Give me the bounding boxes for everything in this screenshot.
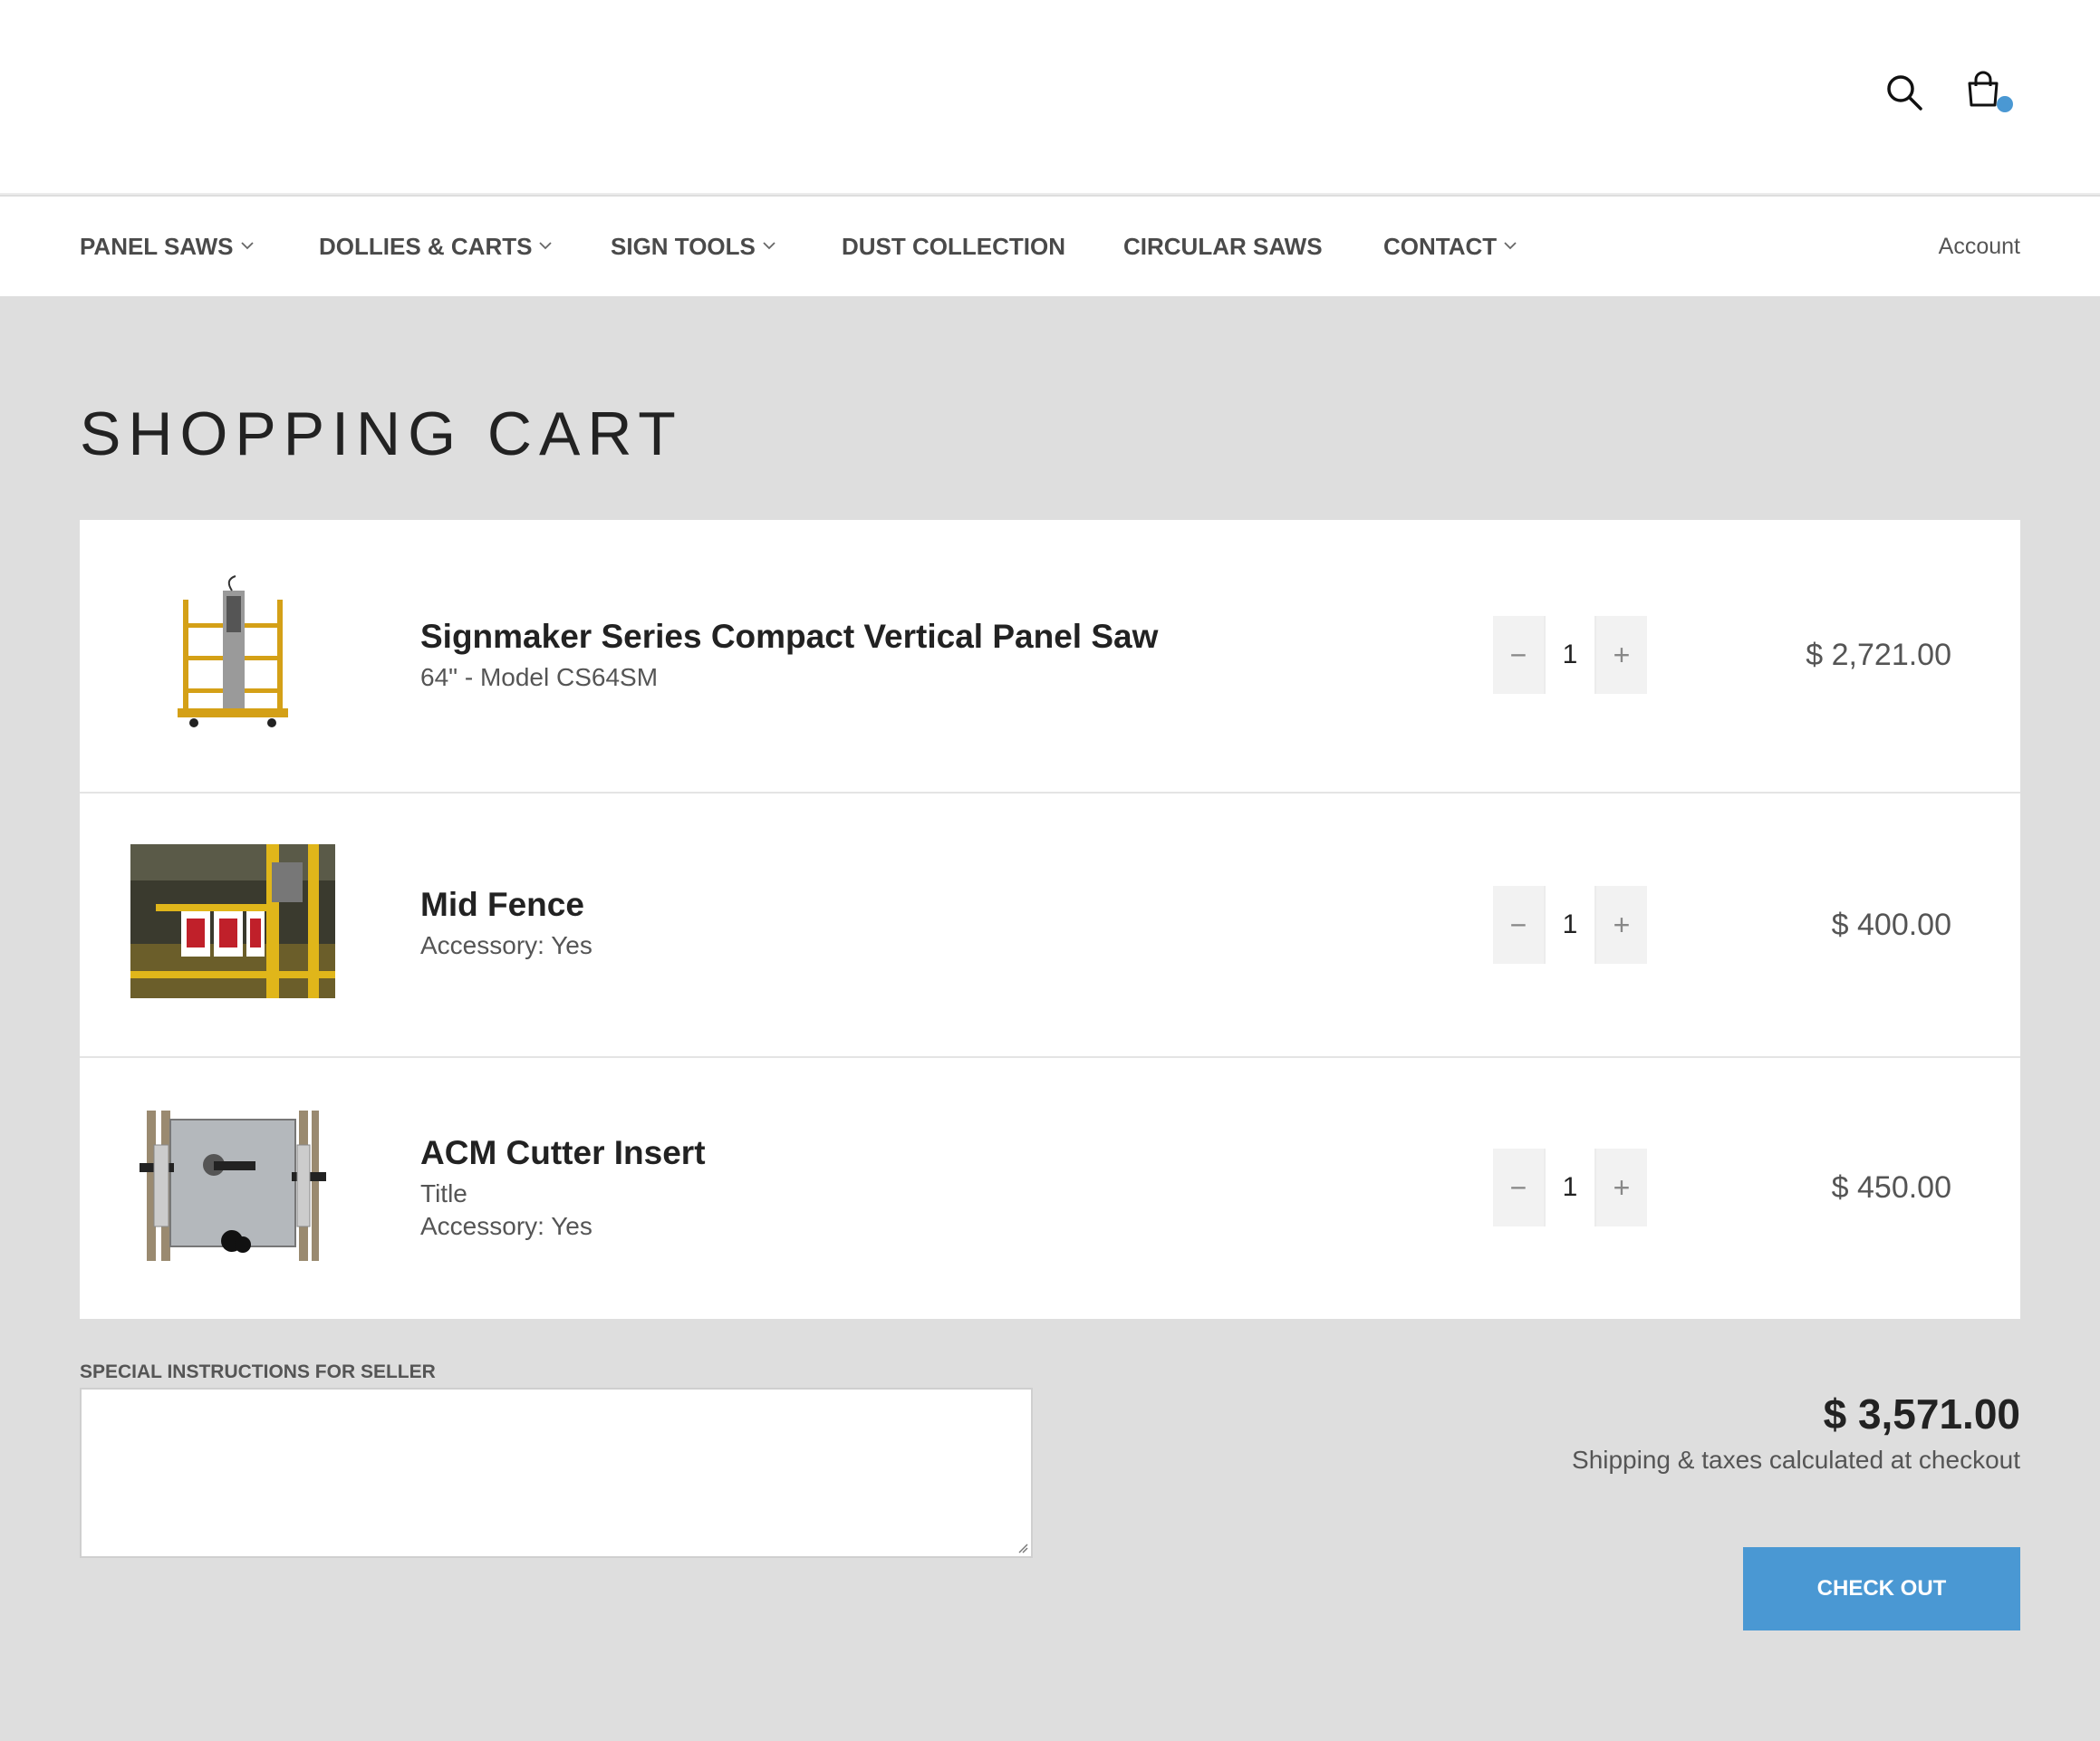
cart-item-title[interactable]: ACM Cutter Insert xyxy=(420,1134,706,1172)
cart-item-details: Signmaker Series Compact Vertical Panel … xyxy=(420,618,1158,692)
resize-handle-icon[interactable] xyxy=(1017,1543,1028,1553)
nav-item-sign-tools[interactable]: SIGN TOOLS xyxy=(611,197,775,296)
quantity-stepper: − 1 + xyxy=(1493,1149,1647,1226)
cart-items-list: Signmaker Series Compact Vertical Panel … xyxy=(80,520,2020,1319)
account-link[interactable]: Account xyxy=(1939,197,2020,296)
checkout-button[interactable]: CHECK OUT xyxy=(1743,1547,2020,1630)
chevron-down-icon xyxy=(539,242,553,250)
chevron-down-icon xyxy=(763,242,775,250)
quantity-decrease-button[interactable]: − xyxy=(1493,1149,1544,1226)
shipping-note: Shipping & taxes calculated at checkout xyxy=(1572,1446,2020,1474)
quantity-increase-button[interactable]: + xyxy=(1596,886,1647,964)
quantity-input[interactable]: 1 xyxy=(1544,886,1596,964)
cart-item-variant: Title xyxy=(420,1179,467,1207)
cart-item-row: ACM Cutter Insert Title Accessory: Yes −… xyxy=(80,1058,2020,1319)
nav-item-dollies-carts[interactable]: DOLLIES & CARTS xyxy=(319,197,553,296)
nav-item-label: DOLLIES & CARTS xyxy=(319,233,533,260)
cart-item-title[interactable]: Signmaker Series Compact Vertical Panel … xyxy=(420,618,1158,656)
quantity-stepper: − 1 + xyxy=(1493,886,1647,964)
cart-item-variant: 64" - Model CS64SM xyxy=(420,663,659,691)
cart-count-badge xyxy=(1997,96,2013,112)
nav-item-label: CONTACT xyxy=(1383,233,1498,260)
instructions-label: SPECIAL INSTRUCTIONS FOR SELLER xyxy=(80,1361,436,1382)
nav-item-contact[interactable]: CONTACT xyxy=(1383,197,1517,296)
quantity-increase-button[interactable]: + xyxy=(1596,1149,1647,1226)
cart-item-option: Accessory: Yes xyxy=(420,1212,592,1240)
nav-item-circular-saws[interactable]: CIRCULAR SAWS xyxy=(1123,197,1323,296)
cart-button[interactable] xyxy=(1964,71,2013,116)
nav-item-panel-saws[interactable]: PANEL SAWS xyxy=(80,197,254,296)
quantity-decrease-button[interactable]: − xyxy=(1493,886,1544,964)
cart-item-row: Mid Fence Accessory: Yes − 1 + $ 400.00 xyxy=(80,794,2020,1056)
nav-item-label: CIRCULAR SAWS xyxy=(1123,233,1323,260)
search-button[interactable] xyxy=(1884,72,1924,112)
nav-item-label: DUST COLLECTION xyxy=(842,233,1065,260)
product-image-acm-cutter[interactable] xyxy=(130,1109,335,1263)
search-icon xyxy=(1887,75,1922,111)
cart-item-details: Mid Fence Accessory: Yes xyxy=(420,886,592,960)
cart-item-price: $ 450.00 xyxy=(1831,1170,1951,1205)
page-title: SHOPPING CART xyxy=(80,399,683,468)
quantity-stepper: − 1 + xyxy=(1493,616,1647,694)
instructions-textarea[interactable] xyxy=(80,1388,1033,1558)
quantity-input[interactable]: 1 xyxy=(1544,616,1596,694)
product-image-mid-fence[interactable] xyxy=(130,844,335,998)
nav-item-label: PANEL SAWS xyxy=(80,233,234,260)
nav-item-label: SIGN TOOLS xyxy=(611,233,756,260)
cart-item-price: $ 400.00 xyxy=(1831,908,1951,942)
quantity-increase-button[interactable]: + xyxy=(1596,616,1647,694)
main-nav: PANEL SAWS DOLLIES & CARTS SIGN TOOLS DU… xyxy=(0,197,2100,296)
cart-item-row: Signmaker Series Compact Vertical Panel … xyxy=(80,520,2020,792)
chevron-down-icon xyxy=(1504,242,1517,250)
cart-item-details: ACM Cutter Insert Title Accessory: Yes xyxy=(420,1134,706,1241)
cart-item-variant: Accessory: Yes xyxy=(420,931,592,959)
cart-item-price: $ 2,721.00 xyxy=(1806,638,1951,672)
quantity-decrease-button[interactable]: − xyxy=(1493,616,1544,694)
nav-item-dust-collection[interactable]: DUST COLLECTION xyxy=(842,197,1065,296)
cart-item-title[interactable]: Mid Fence xyxy=(420,886,592,924)
quantity-input[interactable]: 1 xyxy=(1544,1149,1596,1226)
chevron-down-icon xyxy=(240,242,254,250)
site-header xyxy=(0,0,2100,195)
cart-subtotal: $ 3,571.00 xyxy=(1823,1390,2020,1438)
product-image-panel-saw[interactable] xyxy=(130,572,335,732)
